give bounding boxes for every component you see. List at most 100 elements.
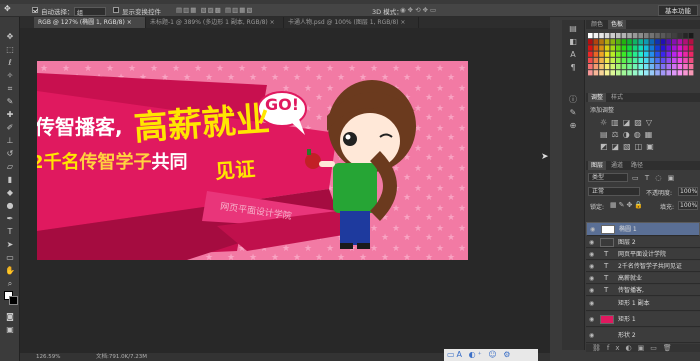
layer-row[interactable]: ◉ 矩形 1 副本 <box>586 297 700 311</box>
swatch[interactable] <box>599 39 604 45</box>
swatch[interactable] <box>627 51 632 57</box>
adjustment-icons-row1[interactable]: ☼▥◪▨▽ <box>600 118 656 127</box>
swatch[interactable] <box>621 57 627 63</box>
visibility-eye-icon[interactable]: ◉ <box>589 300 597 307</box>
pen-tool-icon[interactable]: ✒ <box>2 213 18 224</box>
swatch[interactable] <box>588 70 593 76</box>
swatch[interactable] <box>621 70 627 76</box>
tab-swatches[interactable]: 色板 <box>608 20 627 29</box>
swatch[interactable] <box>632 39 638 45</box>
swatch[interactable] <box>683 70 688 76</box>
swatch[interactable] <box>616 51 621 57</box>
swatch[interactable] <box>588 57 593 63</box>
lasso-tool-icon[interactable]: ℓ <box>2 57 18 68</box>
swatch[interactable] <box>683 45 688 51</box>
swatch[interactable] <box>588 39 593 45</box>
tab-layers[interactable]: 图层 <box>588 161 607 170</box>
swatch[interactable] <box>677 33 683 39</box>
move-tool-icon[interactable]: ✥ <box>4 4 11 13</box>
swatch[interactable] <box>632 33 638 39</box>
swatch[interactable] <box>655 39 660 45</box>
swatch[interactable] <box>610 33 615 39</box>
visibility-eye-icon[interactable]: ◉ <box>589 239 597 246</box>
swatch[interactable] <box>655 51 660 57</box>
healing-brush-icon[interactable]: ✚ <box>2 109 18 120</box>
hand-tool-icon[interactable]: ✋ <box>2 265 18 276</box>
swatch[interactable] <box>593 39 599 45</box>
swatch[interactable] <box>599 57 604 63</box>
swatch[interactable] <box>610 45 615 51</box>
swatch[interactable] <box>672 45 677 51</box>
layer-row[interactable]: ◉ T 传智播客, <box>586 285 700 296</box>
swatch[interactable] <box>632 70 638 76</box>
visibility-eye-icon[interactable]: ◉ <box>589 275 597 282</box>
tab-styles[interactable]: 样式 <box>608 93 626 102</box>
swatch[interactable] <box>660 57 666 63</box>
swatch[interactable] <box>683 51 688 57</box>
swatch[interactable] <box>616 57 621 63</box>
zoom-tool-icon[interactable]: ⌕ <box>2 278 18 289</box>
opacity-input[interactable]: 100% <box>678 187 698 196</box>
swatch[interactable] <box>593 70 599 76</box>
visibility-eye-icon[interactable]: ◉ <box>590 226 598 233</box>
swatch[interactable] <box>660 70 666 76</box>
swatch[interactable] <box>588 33 593 39</box>
swatch[interactable] <box>655 33 660 39</box>
swatches-grid[interactable] <box>586 31 700 79</box>
layer-row[interactable]: ◉ 椭圆 1 <box>586 222 700 236</box>
swatch[interactable] <box>644 70 649 76</box>
paragraph-panel-icon[interactable]: ¶ <box>567 63 579 73</box>
swatch[interactable] <box>599 33 604 39</box>
show-transform-checkbox[interactable] <box>113 7 119 13</box>
brush-panel-icon[interactable]: ✎ <box>567 108 579 118</box>
visibility-eye-icon[interactable]: ◉ <box>589 263 597 270</box>
properties-panel-icon[interactable]: ◧ <box>567 37 579 47</box>
swatch[interactable] <box>604 64 610 70</box>
adjustment-icons-row2[interactable]: ▤⚖◑◍▦ <box>600 130 656 139</box>
3d-tool-icons[interactable]: ◉✥⟲✥▭ <box>400 6 438 14</box>
swatch[interactable] <box>666 51 671 57</box>
swatch[interactable] <box>688 64 694 70</box>
swatch[interactable] <box>666 33 671 39</box>
swatch[interactable] <box>649 57 655 63</box>
swatch[interactable] <box>632 51 638 57</box>
swatch[interactable] <box>627 33 632 39</box>
swatch[interactable] <box>655 70 660 76</box>
brush-tool-icon[interactable]: ✐ <box>2 122 18 133</box>
tab-paths[interactable]: 路径 <box>628 161 646 170</box>
background-color-swatch[interactable] <box>9 296 18 305</box>
path-select-icon[interactable]: ➤ <box>2 239 18 250</box>
swatch[interactable] <box>616 45 621 51</box>
swatch[interactable] <box>599 45 604 51</box>
swatch[interactable] <box>683 64 688 70</box>
swatch[interactable] <box>604 33 610 39</box>
layer-row[interactable]: ◉ 形状 2 <box>586 328 700 343</box>
swatch[interactable] <box>638 57 643 63</box>
swatch[interactable] <box>604 39 610 45</box>
swatch[interactable] <box>660 39 666 45</box>
tab-color[interactable]: 颜色 <box>588 20 606 29</box>
zoom-level[interactable]: 126.59% <box>36 353 60 361</box>
screen-mode-icon[interactable]: ▣ <box>2 324 18 335</box>
auto-select-dropdown[interactable]: 组 <box>74 7 106 17</box>
tab-document-3[interactable]: 卡通人物.psd @ 100% (图层 1, RGB/8) × <box>284 17 419 28</box>
swatch[interactable] <box>655 45 660 51</box>
swatch[interactable] <box>688 70 694 76</box>
swatch[interactable] <box>604 51 610 57</box>
swatch[interactable] <box>660 64 666 70</box>
visibility-eye-icon[interactable]: ◉ <box>589 332 597 339</box>
swatch[interactable] <box>638 33 643 39</box>
swatch[interactable] <box>638 70 643 76</box>
swatch[interactable] <box>649 70 655 76</box>
swatch[interactable] <box>616 39 621 45</box>
history-panel-icon[interactable]: ▤ <box>567 24 579 34</box>
swatch[interactable] <box>644 57 649 63</box>
filter-icons[interactable]: ▭ T ◌ ▣ <box>632 174 676 182</box>
swatch[interactable] <box>588 51 593 57</box>
swatch[interactable] <box>644 33 649 39</box>
swatch[interactable] <box>627 64 632 70</box>
swatch[interactable] <box>632 45 638 51</box>
swatch[interactable] <box>688 51 694 57</box>
ime-toolbar[interactable]: ▭A ◐⁺ ☺ ⚙ <box>444 349 538 361</box>
swatch[interactable] <box>604 45 610 51</box>
